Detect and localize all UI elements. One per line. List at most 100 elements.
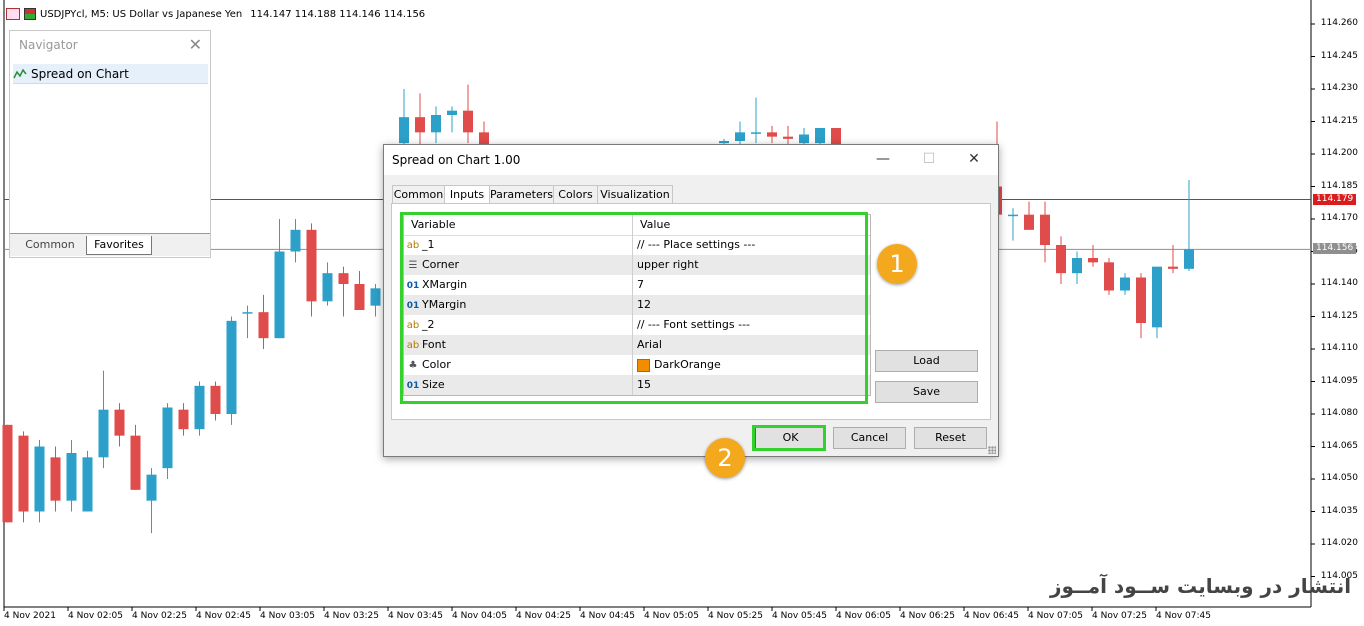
save-button[interactable]: Save <box>875 381 978 403</box>
tab-favorites[interactable]: Favorites <box>86 236 152 255</box>
candle-body <box>751 132 761 134</box>
color-icon: ♣ <box>408 360 418 371</box>
price-tick-label: 114.125 <box>1320 310 1358 321</box>
table-row[interactable]: 01 YMargin 12 <box>404 295 870 315</box>
inputs-panel: Variable Value ab _1// --- Place settings… <box>391 203 991 420</box>
table-row[interactable]: ♣ Color DarkOrange <box>404 355 870 375</box>
value-cell[interactable]: 7 <box>637 275 644 295</box>
table-row[interactable]: ab Font Arial <box>404 335 870 355</box>
number-icon: 01 <box>406 281 420 291</box>
navigator-item-spread-on-chart[interactable]: Spread on Chart <box>13 64 208 84</box>
candle-body <box>274 251 285 339</box>
reset-button[interactable]: Reset <box>914 427 987 449</box>
chart-window-icon <box>6 8 20 20</box>
candle-body <box>799 134 809 144</box>
time-tick-label: 4 Nov 04:05 <box>452 611 507 621</box>
time-tick-label: 4 Nov 06:05 <box>836 611 891 621</box>
value-text: 7 <box>637 278 644 291</box>
candle-body <box>719 141 729 144</box>
column-variable: Variable <box>406 215 633 235</box>
time-tick-label: 4 Nov 07:25 <box>1092 611 1147 621</box>
table-row[interactable]: 01 Size 15 <box>404 375 870 395</box>
navigator-tabs: Common Favorites <box>10 233 210 256</box>
candle-body <box>1168 266 1178 269</box>
variable-name: Size <box>422 378 445 391</box>
candle-body <box>162 407 173 469</box>
candle-body <box>1120 277 1130 291</box>
candle-body <box>1088 258 1098 263</box>
candle-body <box>210 385 221 414</box>
value-cell[interactable]: 12 <box>637 295 651 315</box>
price-tick-label: 114.035 <box>1320 505 1358 516</box>
ask-price-tag: 114.179 <box>1313 194 1356 205</box>
maximize-icon[interactable]: ☐ <box>914 149 944 169</box>
price-tick-label: 114.230 <box>1320 83 1358 93</box>
close-icon[interactable]: ✕ <box>959 149 989 169</box>
tab-parameters[interactable]: Parameters <box>489 185 554 205</box>
ab-icon: ab <box>406 320 420 331</box>
time-tick-label: 4 Nov 07:05 <box>1028 611 1083 621</box>
navigator-panel: Navigator ✕ Spread on Chart Common Favor… <box>9 30 211 258</box>
price-tick-label: 114.080 <box>1320 408 1358 418</box>
number-icon: 01 <box>406 381 420 391</box>
step-badge-1: 1 <box>877 244 917 284</box>
candle-body <box>18 435 29 512</box>
trading-signal-icon <box>24 8 36 20</box>
close-icon[interactable]: ✕ <box>189 35 202 54</box>
variable-cell: 01 YMargin <box>406 295 633 315</box>
time-tick-label: 4 Nov 05:45 <box>772 611 827 621</box>
ok-button[interactable]: OK <box>755 427 826 449</box>
value-text: 12 <box>637 298 651 311</box>
value-cell[interactable]: Arial <box>637 335 662 355</box>
price-tick-label: 114.095 <box>1320 375 1358 386</box>
candle-body <box>815 128 825 144</box>
time-tick-label: 4 Nov 03:45 <box>388 611 443 621</box>
time-tick-label: 4 Nov 06:45 <box>964 611 1019 621</box>
time-tick-label: 4 Nov 05:25 <box>708 611 763 621</box>
candle-body <box>1104 262 1114 291</box>
value-cell[interactable]: upper right <box>637 255 699 275</box>
candle-body <box>146 474 157 501</box>
value-cell[interactable]: DarkOrange <box>637 355 721 375</box>
value-text: upper right <box>637 258 699 271</box>
variable-cell: ab Font <box>406 335 633 355</box>
time-tick-label: 4 Nov 2021 <box>4 611 56 621</box>
candle-body <box>431 115 441 133</box>
tab-common[interactable]: Common <box>16 236 84 254</box>
dialog-titlebar: Spread on Chart 1.00 — ☐ ✕ <box>384 145 998 175</box>
price-tick-label: 114.170 <box>1320 213 1358 223</box>
table-row[interactable]: ab _1 // --- Place settings --- <box>404 235 870 255</box>
candle-body <box>1008 214 1018 217</box>
resize-grip[interactable] <box>988 446 996 454</box>
price-tick-label: 114.050 <box>1320 473 1358 483</box>
step-badge-2: 2 <box>705 438 745 478</box>
table-row[interactable]: ☰ Corner upper right <box>404 255 870 275</box>
tab-visualization[interactable]: Visualization <box>597 185 673 205</box>
color-swatch[interactable] <box>637 358 650 372</box>
price-tick-label: 114.215 <box>1320 115 1358 126</box>
time-tick-label: 4 Nov 05:05 <box>644 611 699 621</box>
variable-cell: ab _1 <box>406 235 633 255</box>
table-row[interactable]: ab _2 // --- Font settings --- <box>404 315 870 335</box>
candle-body <box>66 453 77 501</box>
candle-body <box>354 284 365 310</box>
candle-body <box>1152 266 1162 328</box>
tab-colors[interactable]: Colors <box>553 185 598 205</box>
candle-body <box>226 320 237 414</box>
bid-price-tag: 114.156 <box>1313 243 1356 254</box>
candle-body <box>783 136 793 139</box>
load-button[interactable]: Load <box>875 350 978 372</box>
cancel-button[interactable]: Cancel <box>833 427 906 449</box>
table-row[interactable]: 01 XMargin 7 <box>404 275 870 295</box>
time-tick-label: 4 Nov 03:25 <box>324 611 379 621</box>
price-tick-label: 114.020 <box>1320 538 1358 548</box>
candle-body <box>1072 258 1082 274</box>
value-cell[interactable]: // --- Font settings --- <box>637 315 750 335</box>
value-cell[interactable]: 15 <box>637 375 651 395</box>
minimize-icon[interactable]: — <box>868 149 898 169</box>
tab-common[interactable]: Common <box>392 185 445 205</box>
indicator-properties-dialog: Spread on Chart 1.00 — ☐ ✕ Common Inputs… <box>383 144 999 457</box>
candle-body <box>242 312 253 314</box>
value-cell[interactable]: // --- Place settings --- <box>637 235 755 255</box>
candle-body <box>370 288 381 306</box>
